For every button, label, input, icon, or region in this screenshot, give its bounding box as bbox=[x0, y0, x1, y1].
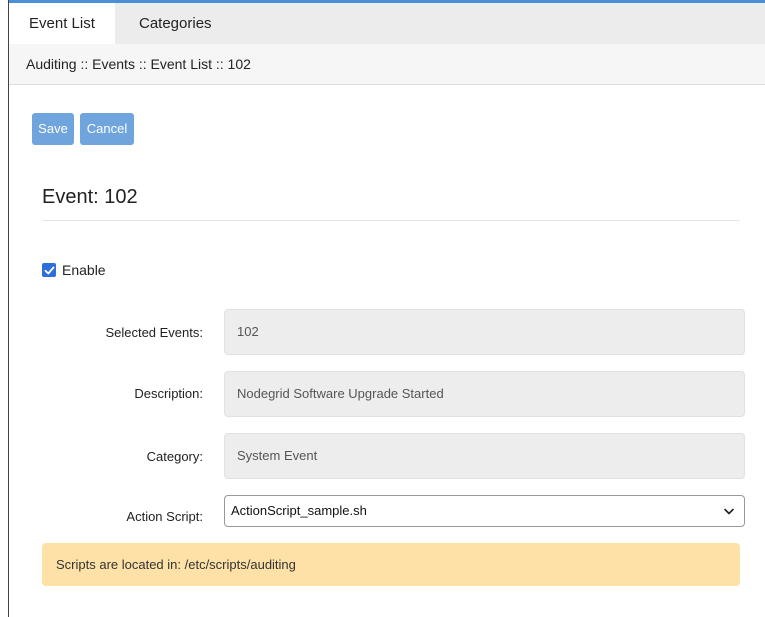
check-icon bbox=[44, 266, 54, 274]
selected-events-field[interactable]: 102 bbox=[224, 309, 745, 355]
description-label: Description: bbox=[134, 386, 203, 401]
action-script-label: Action Script: bbox=[126, 509, 203, 524]
cancel-button[interactable]: Cancel bbox=[80, 113, 134, 145]
enable-label: Enable bbox=[62, 262, 106, 278]
tab-event-list[interactable]: Event List bbox=[9, 3, 115, 44]
breadcrumb: Auditing :: Events :: Event List :: 102 bbox=[9, 44, 765, 85]
selected-events-label: Selected Events: bbox=[105, 325, 203, 340]
chevron-down-icon bbox=[722, 496, 736, 526]
action-script-value: ActionScript_sample.sh bbox=[231, 503, 367, 518]
enable-checkbox[interactable] bbox=[42, 263, 56, 277]
save-button[interactable]: Save bbox=[32, 113, 74, 145]
title-divider bbox=[42, 220, 740, 221]
category-label: Category: bbox=[146, 449, 203, 464]
left-border bbox=[8, 0, 9, 617]
tab-bar: Event List Categories bbox=[9, 3, 765, 44]
scripts-location-notice: Scripts are located in: /etc/scripts/aud… bbox=[42, 543, 740, 586]
category-field[interactable]: System Event bbox=[224, 433, 745, 479]
page-title: Event: 102 bbox=[42, 186, 138, 208]
action-script-select[interactable]: ActionScript_sample.sh bbox=[224, 495, 745, 527]
description-field[interactable]: Nodegrid Software Upgrade Started bbox=[224, 371, 745, 417]
tab-categories[interactable]: Categories bbox=[119, 3, 232, 44]
